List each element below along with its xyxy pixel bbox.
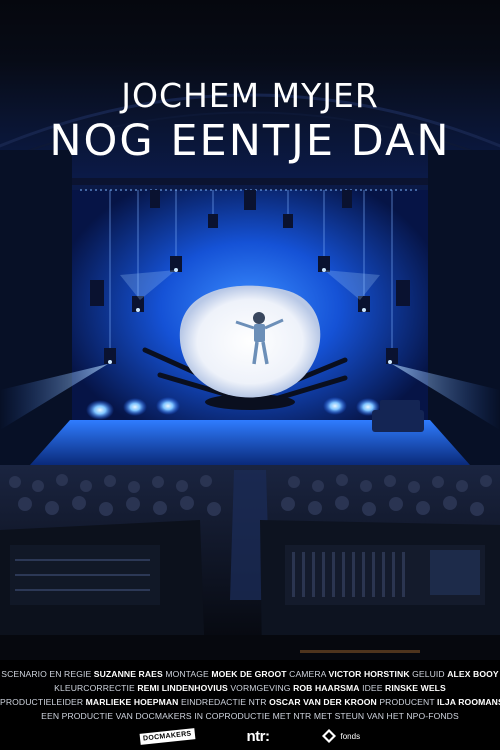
- credit-name: SUZANNE RAES: [93, 669, 163, 679]
- movie-poster: JOCHEM MYJER NOG EENTJE DAN SCENARIO EN …: [0, 0, 500, 750]
- credits-block: SCENARIO EN REGIE SUZANNE RAES MONTAGE M…: [0, 667, 500, 723]
- lighting-truss: [72, 178, 428, 185]
- ntr-logo: ntr:: [246, 727, 271, 745]
- credits-line-4: EEN PRODUCTIE VAN DOCMAKERS IN COPRODUCT…: [41, 711, 459, 721]
- credit-role: MONTAGE: [165, 669, 209, 679]
- fonds-label: fonds: [340, 731, 361, 741]
- credit-name: VICTOR HORSTINK: [328, 669, 410, 679]
- credit-name: OSCAR VAN DER KROON: [269, 697, 377, 707]
- credit-role: SCENARIO EN REGIE: [1, 669, 92, 679]
- credit-name: MOEK DE GROOT: [211, 669, 287, 679]
- credit-role: EINDREDACTIE NTR: [180, 697, 267, 707]
- credit-name: REMI LINDENHOVIUS: [137, 683, 228, 693]
- credit-role: KLEURCORRECTIE: [54, 683, 135, 693]
- credit-name: ROB HAARSMA: [293, 683, 360, 693]
- credit-role: PRODUCENT: [379, 697, 435, 707]
- credit-name: RINSKE WELS: [385, 683, 446, 693]
- logo-row: DOCMAKERS ntr: fonds: [0, 726, 500, 746]
- credits-line-2: KLEURCORRECTIE REMI LINDENHOVIUS VORMGEV…: [0, 681, 500, 695]
- white-shell: [179, 285, 321, 398]
- credit-name: ILJA ROOMANS: [437, 697, 500, 707]
- credit-role: CAMERA: [289, 669, 327, 679]
- npo-fonds-icon: [321, 729, 336, 743]
- credits-line-3: PRODUCTIELEIDER MARLIEKE HOEPMAN EINDRED…: [0, 695, 500, 709]
- credit-role: GELUID: [412, 669, 445, 679]
- npo-fonds-logo: fonds: [321, 729, 361, 743]
- show-title: NOG EENTJE DAN: [49, 116, 451, 166]
- credit-name: ALEX BOOY: [447, 669, 499, 679]
- performer-name: JOCHEM MYJER: [121, 76, 379, 115]
- credit-role: IDEE: [362, 683, 383, 693]
- credits-line-1: SCENARIO EN REGIE SUZANNE RAES MONTAGE M…: [0, 667, 500, 681]
- credit-role: VORMGEVING: [230, 683, 291, 693]
- credit-name: MARLIEKE HOEPMAN: [85, 697, 179, 707]
- docmakers-logo: DOCMAKERS: [139, 727, 195, 745]
- title-block: JOCHEM MYJER NOG EENTJE DAN: [0, 76, 500, 166]
- credit-role: PRODUCTIELEIDER: [0, 697, 84, 707]
